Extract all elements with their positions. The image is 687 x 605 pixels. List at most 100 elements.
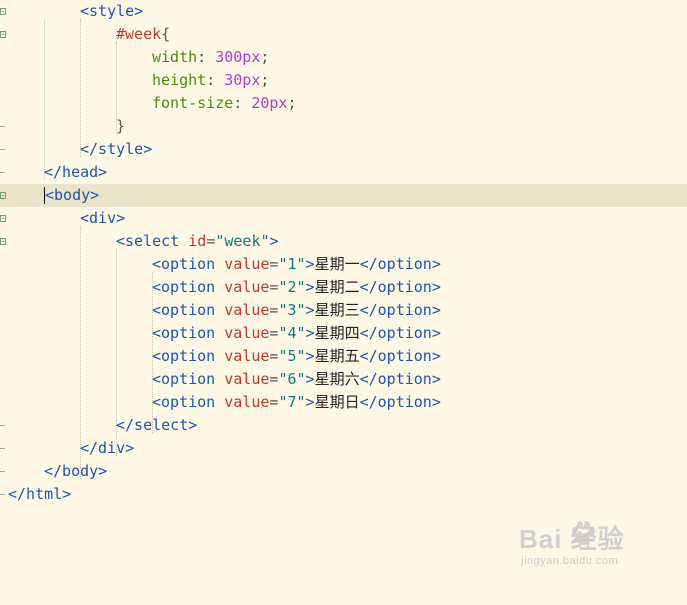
code-token-tag: <option <box>152 324 225 342</box>
code-line-head-close[interactable]: </head> <box>0 161 687 184</box>
code-token-punc: ; <box>260 48 270 66</box>
code-token-tag: > <box>305 301 315 319</box>
code-token-tag: <select <box>116 232 189 250</box>
code-token-attr: value <box>224 255 270 273</box>
code-text: } <box>116 115 125 138</box>
code-text: height: 30px; <box>152 69 269 92</box>
code-text: <option value="1">星期一</option> <box>152 253 441 276</box>
code-token-sel: #week <box>116 25 162 43</box>
fold-toggle-icon[interactable] <box>0 215 6 222</box>
baidu-jingyan-watermark: Bai 经验 jingyan.baidu.com <box>519 519 649 579</box>
code-text: <style> <box>80 0 143 23</box>
code-token-prop: height <box>152 71 207 89</box>
code-text: <div> <box>80 207 125 230</box>
code-token-punc: : <box>206 71 225 89</box>
code-token-tag: > <box>305 347 315 365</box>
code-text: </select> <box>116 414 197 437</box>
code-line-div-close[interactable]: </div> <box>0 437 687 460</box>
code-token-tag: </option> <box>359 370 441 388</box>
code-token-attr: value <box>224 324 270 342</box>
fold-end-marker-icon <box>0 448 5 449</box>
code-token-val: "1" <box>278 255 306 273</box>
code-text: <option value="6">星期六</option> <box>152 368 441 391</box>
code-text: </html> <box>8 483 71 506</box>
fold-end-marker-icon <box>0 471 5 472</box>
code-token-val: "4" <box>278 324 306 342</box>
fold-toggle-icon[interactable] <box>0 8 6 15</box>
code-token-tag: > <box>269 232 279 250</box>
watermark-url: jingyan.baidu.com <box>521 555 619 567</box>
code-line-body-close[interactable]: </body> <box>0 460 687 483</box>
code-text: <option value="3">星期三</option> <box>152 299 441 322</box>
code-token-attr: value <box>224 278 270 296</box>
code-token-tag: <option <box>152 278 225 296</box>
code-text: </head> <box>44 161 107 184</box>
code-text: font-size: 20px; <box>152 92 297 115</box>
code-token-tag: <option <box>152 347 225 365</box>
code-token-punc: { <box>161 25 171 43</box>
code-token-attr: value <box>224 301 270 319</box>
code-text: <option value="4">星期四</option> <box>152 322 441 345</box>
code-line-font-size[interactable]: font-size: 20px; <box>0 92 687 115</box>
code-text: #week{ <box>116 23 170 46</box>
code-token-prop: font-size <box>152 94 234 112</box>
fold-toggle-icon[interactable] <box>0 31 6 38</box>
code-line-selector[interactable]: #week{ <box>0 23 687 46</box>
code-token-num: 20px <box>251 94 288 112</box>
code-line-option-7[interactable]: <option value="7">星期日</option> <box>0 391 687 414</box>
code-token-txt: 星期日 <box>314 393 360 411</box>
code-token-val: "week" <box>215 232 270 250</box>
code-token-val: "7" <box>278 393 306 411</box>
code-line-div-open[interactable]: <div> <box>0 207 687 230</box>
code-token-tag: <body> <box>45 186 100 204</box>
code-line-body-open[interactable]: <body> <box>0 184 687 207</box>
fold-toggle-icon[interactable] <box>0 238 6 245</box>
code-text: </body> <box>44 460 107 483</box>
code-token-tag: </option> <box>359 393 441 411</box>
code-token-tag: <div> <box>80 209 126 227</box>
code-line-width[interactable]: width: 300px; <box>0 46 687 69</box>
code-line-select-close[interactable]: </select> <box>0 414 687 437</box>
code-text: </style> <box>80 138 152 161</box>
code-line-option-6[interactable]: <option value="6">星期六</option> <box>0 368 687 391</box>
fold-end-marker-icon <box>0 172 5 173</box>
code-text: width: 300px; <box>152 46 269 69</box>
code-line-option-2[interactable]: <option value="2">星期二</option> <box>0 276 687 299</box>
code-token-tag: </div> <box>80 439 135 457</box>
code-token-tag: > <box>305 370 315 388</box>
code-token-tag: </option> <box>359 301 441 319</box>
code-line-select-open[interactable]: <select id="week"> <box>0 230 687 253</box>
code-line-option-1[interactable]: <option value="1">星期一</option> <box>0 253 687 276</box>
code-text: </div> <box>80 437 134 460</box>
code-token-punc: : <box>197 48 216 66</box>
code-text: <body> <box>44 184 99 207</box>
code-token-tag: <option <box>152 255 225 273</box>
code-token-txt: 星期二 <box>314 278 360 296</box>
code-line-option-5[interactable]: <option value="5">星期五</option> <box>0 345 687 368</box>
code-token-tag: > <box>305 255 315 273</box>
code-line-option-4[interactable]: <option value="4">星期四</option> <box>0 322 687 345</box>
code-token-attr: value <box>224 393 270 411</box>
code-token-tag: > <box>305 278 315 296</box>
code-line-html-close[interactable]: </html> <box>0 483 687 506</box>
code-line-style-open[interactable]: <style> <box>0 0 687 23</box>
code-token-tag: </option> <box>359 347 441 365</box>
code-text: <select id="week"> <box>116 230 279 253</box>
code-line-rule-close[interactable]: } <box>0 115 687 138</box>
code-editor[interactable]: <style> #week{width: 300px; height: 30px; f… <box>0 0 687 605</box>
code-line-height[interactable]: height: 30px; <box>0 69 687 92</box>
code-line-style-close[interactable]: </style> <box>0 138 687 161</box>
code-text: <option value="5">星期五</option> <box>152 345 441 368</box>
code-token-val: "6" <box>278 370 306 388</box>
code-token-attr: value <box>224 347 270 365</box>
code-token-attr: value <box>224 370 270 388</box>
code-token-punc: } <box>116 117 126 135</box>
code-token-tag: </body> <box>44 462 108 480</box>
code-line-option-3[interactable]: <option value="3">星期三</option> <box>0 299 687 322</box>
code-token-tag: </html> <box>8 485 72 503</box>
code-token-val: "3" <box>278 301 306 319</box>
fold-end-marker-icon <box>0 126 5 127</box>
fold-toggle-icon[interactable] <box>0 192 6 199</box>
code-token-punc: ; <box>287 94 297 112</box>
code-token-txt: 星期四 <box>314 324 360 342</box>
